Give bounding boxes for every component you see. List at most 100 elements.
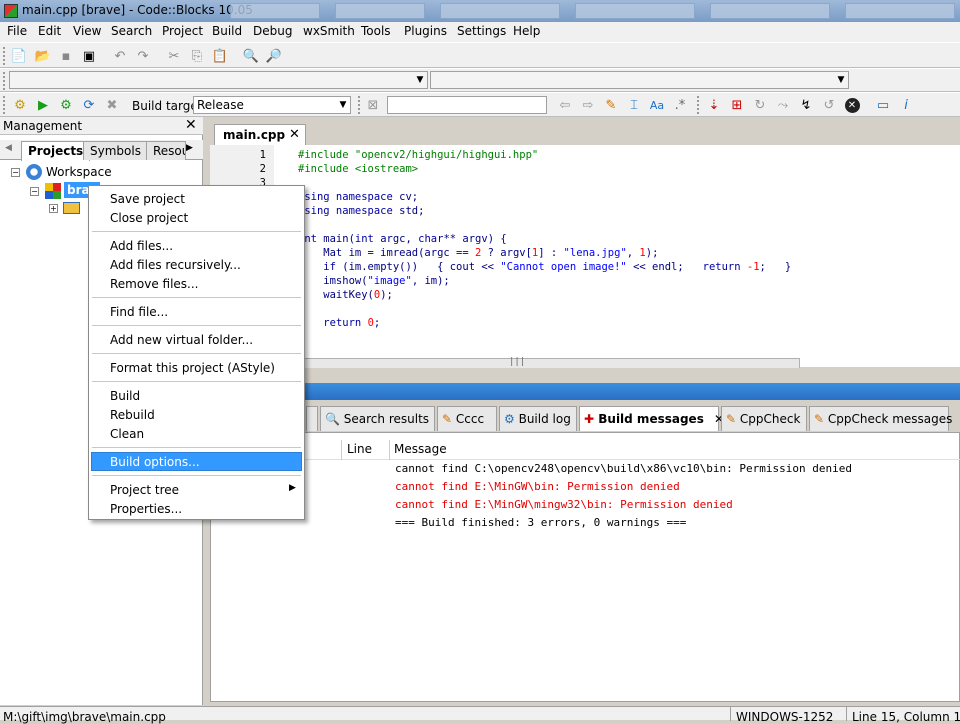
code-line[interactable]: return 0; [298, 317, 380, 329]
build-target-select[interactable]: Release ▼ [193, 96, 351, 114]
tab-scroll-right-icon[interactable]: ▶ [186, 143, 193, 153]
menu-item-add-files[interactable]: Add files... [110, 239, 173, 253]
menu-item-build-options[interactable]: Build options... [110, 455, 200, 469]
arrow-right-icon[interactable]: ⇨ [579, 96, 597, 114]
menu-item-add-files-recursively[interactable]: Add files recursively... [110, 258, 241, 272]
menu-view[interactable]: View [73, 24, 101, 38]
menu-item-add-virtual-folder[interactable]: Add new virtual folder... [110, 333, 253, 347]
code-line[interactable]: using namespace std; [298, 205, 424, 217]
replace-icon[interactable]: 🔎 [265, 47, 283, 65]
menu-item-close-project[interactable]: Close project [110, 211, 188, 225]
menu-item-find-file[interactable]: Find file... [110, 305, 168, 319]
build-and-run-icon[interactable]: ⚙ [57, 96, 75, 114]
code-line[interactable]: if (im.empty()) { cout << "Cannot open i… [298, 261, 791, 273]
menu-item-properties[interactable]: Properties... [110, 502, 182, 516]
paste-icon[interactable]: 📋 [211, 47, 229, 65]
menu-item-format-astyle[interactable]: Format this project (AStyle) [110, 361, 275, 375]
menu-item-rebuild[interactable]: Rebuild [110, 408, 155, 422]
toolbar-grip[interactable] [697, 96, 700, 114]
menu-item-build[interactable]: Build [110, 389, 140, 403]
tab-build-log[interactable]: ⚙ Build log [499, 406, 577, 431]
menu-wxsmith[interactable]: wxSmith [303, 24, 355, 38]
find-icon[interactable]: 🔍 [242, 47, 260, 65]
info-icon[interactable]: i [897, 96, 915, 114]
code-line[interactable]: Mat im = imread(argc == 2 ? argv[1] : "l… [298, 247, 658, 259]
menu-item-remove-files[interactable]: Remove files... [110, 277, 198, 291]
tree-collapse-icon[interactable]: − [30, 187, 39, 196]
code-line[interactable]: imshow("image", im); [298, 275, 449, 287]
menu-item-project-tree[interactable]: Project tree [110, 483, 179, 497]
build-gear-icon[interactable]: ⚙ [11, 96, 29, 114]
code-line[interactable]: waitKey(0); [298, 289, 393, 301]
tab-cccc[interactable]: ✎ Cccc [437, 406, 497, 431]
message-row[interactable]: cannot find E:\MinGW\bin: Permission den… [395, 480, 680, 493]
message-row[interactable]: cannot find C:\opencv248\opencv\build\x8… [395, 462, 852, 475]
cut-icon[interactable]: ✂ [165, 47, 183, 65]
close-tab-icon[interactable]: ✕ [289, 127, 300, 142]
tree-workspace[interactable]: Workspace [46, 165, 112, 179]
close-panel-icon[interactable]: ✕ [185, 117, 197, 133]
tab-scroll-left-icon[interactable]: ◀ [5, 143, 12, 153]
menu-search[interactable]: Search [111, 24, 152, 38]
menu-file[interactable]: File [7, 24, 27, 38]
tab-hidden[interactable] [306, 406, 318, 431]
tab-cppcheck[interactable]: ✎ CppCheck [721, 406, 807, 431]
menu-tools[interactable]: Tools [361, 24, 391, 38]
tab-projects[interactable]: Projects [21, 141, 91, 161]
match-case-icon[interactable]: Aa [648, 96, 666, 114]
column-line[interactable]: Line [347, 442, 372, 456]
next-instruction-icon[interactable]: ⤳ [774, 96, 792, 114]
clear-search-icon[interactable]: ⊠ [364, 96, 382, 114]
rebuild-icon[interactable]: ⟳ [80, 96, 98, 114]
symbol-combo[interactable]: ▼ [430, 71, 849, 89]
menu-debug[interactable]: Debug [253, 24, 292, 38]
column-message[interactable]: Message [394, 442, 447, 456]
tab-build-messages[interactable]: ✚ Build messages ✕ [579, 406, 724, 431]
menu-project[interactable]: Project [162, 24, 203, 38]
abort-icon[interactable]: ✖ [103, 96, 121, 114]
tab-resources[interactable]: Resou [146, 141, 186, 160]
tree-expand-icon[interactable]: + [49, 204, 58, 213]
menu-edit[interactable]: Edit [38, 24, 61, 38]
menu-build[interactable]: Build [212, 24, 242, 38]
undo-icon[interactable]: ↶ [111, 47, 129, 65]
code-line[interactable]: using namespace cv; [298, 191, 418, 203]
folder-icon[interactable] [63, 202, 80, 214]
message-row[interactable]: === Build finished: 3 errors, 0 warnings… [395, 516, 686, 529]
next-line-icon[interactable]: ↻ [751, 96, 769, 114]
menu-item-clean[interactable]: Clean [110, 427, 144, 441]
menu-settings[interactable]: Settings [457, 24, 506, 38]
save-all-icon[interactable]: ▣ [80, 47, 98, 65]
message-row[interactable]: cannot find E:\MinGW\mingw32\bin: Permis… [395, 498, 733, 511]
stop-debugger-icon[interactable]: ✕ [843, 96, 861, 114]
code-editor[interactable]: 123 #include "opencv2/highgui/highgui.hp… [210, 145, 960, 371]
scope-combo[interactable]: ▼ [9, 71, 428, 89]
build-messages-list[interactable]: Line Message cannot find C:\opencv248\op… [210, 432, 960, 702]
open-file-icon[interactable]: 📂 [34, 47, 52, 65]
save-icon[interactable]: ▪ [57, 47, 75, 65]
debug-run-icon[interactable]: ⇣ [705, 96, 723, 114]
tree-collapse-icon[interactable]: − [11, 168, 20, 177]
toolbar-grip[interactable] [3, 96, 6, 114]
new-file-icon[interactable]: 📄 [10, 47, 28, 65]
tab-symbols[interactable]: Symbols [83, 141, 148, 160]
code-line[interactable]: #include <iostream> [298, 163, 418, 175]
step-into-icon[interactable]: ↯ [797, 96, 815, 114]
dock-splitter[interactable] [210, 383, 960, 400]
step-out-icon[interactable]: ↺ [820, 96, 838, 114]
selected-text-icon[interactable]: ⌶ [625, 96, 643, 114]
run-icon[interactable]: ▶ [34, 96, 52, 114]
menu-help[interactable]: Help [513, 24, 540, 38]
highlight-icon[interactable]: ✎ [602, 96, 620, 114]
redo-icon[interactable]: ↷ [134, 47, 152, 65]
menu-item-save-project[interactable]: Save project [110, 192, 185, 206]
tab-search-results[interactable]: 🔍 Search results [320, 406, 435, 431]
tab-cppcheck-messages[interactable]: ✎ CppCheck messages [809, 406, 952, 431]
menu-plugins[interactable]: Plugins [404, 24, 447, 38]
regex-icon[interactable]: .* [671, 96, 689, 114]
toolbar-grip[interactable] [3, 72, 6, 90]
toolbar-grip[interactable] [358, 96, 361, 114]
code-line[interactable]: #include "opencv2/highgui/highgui.hpp" [298, 149, 538, 161]
run-to-cursor-icon[interactable]: ⊞ [728, 96, 746, 114]
tab-main-cpp[interactable]: main.cpp ✕ [214, 124, 306, 145]
